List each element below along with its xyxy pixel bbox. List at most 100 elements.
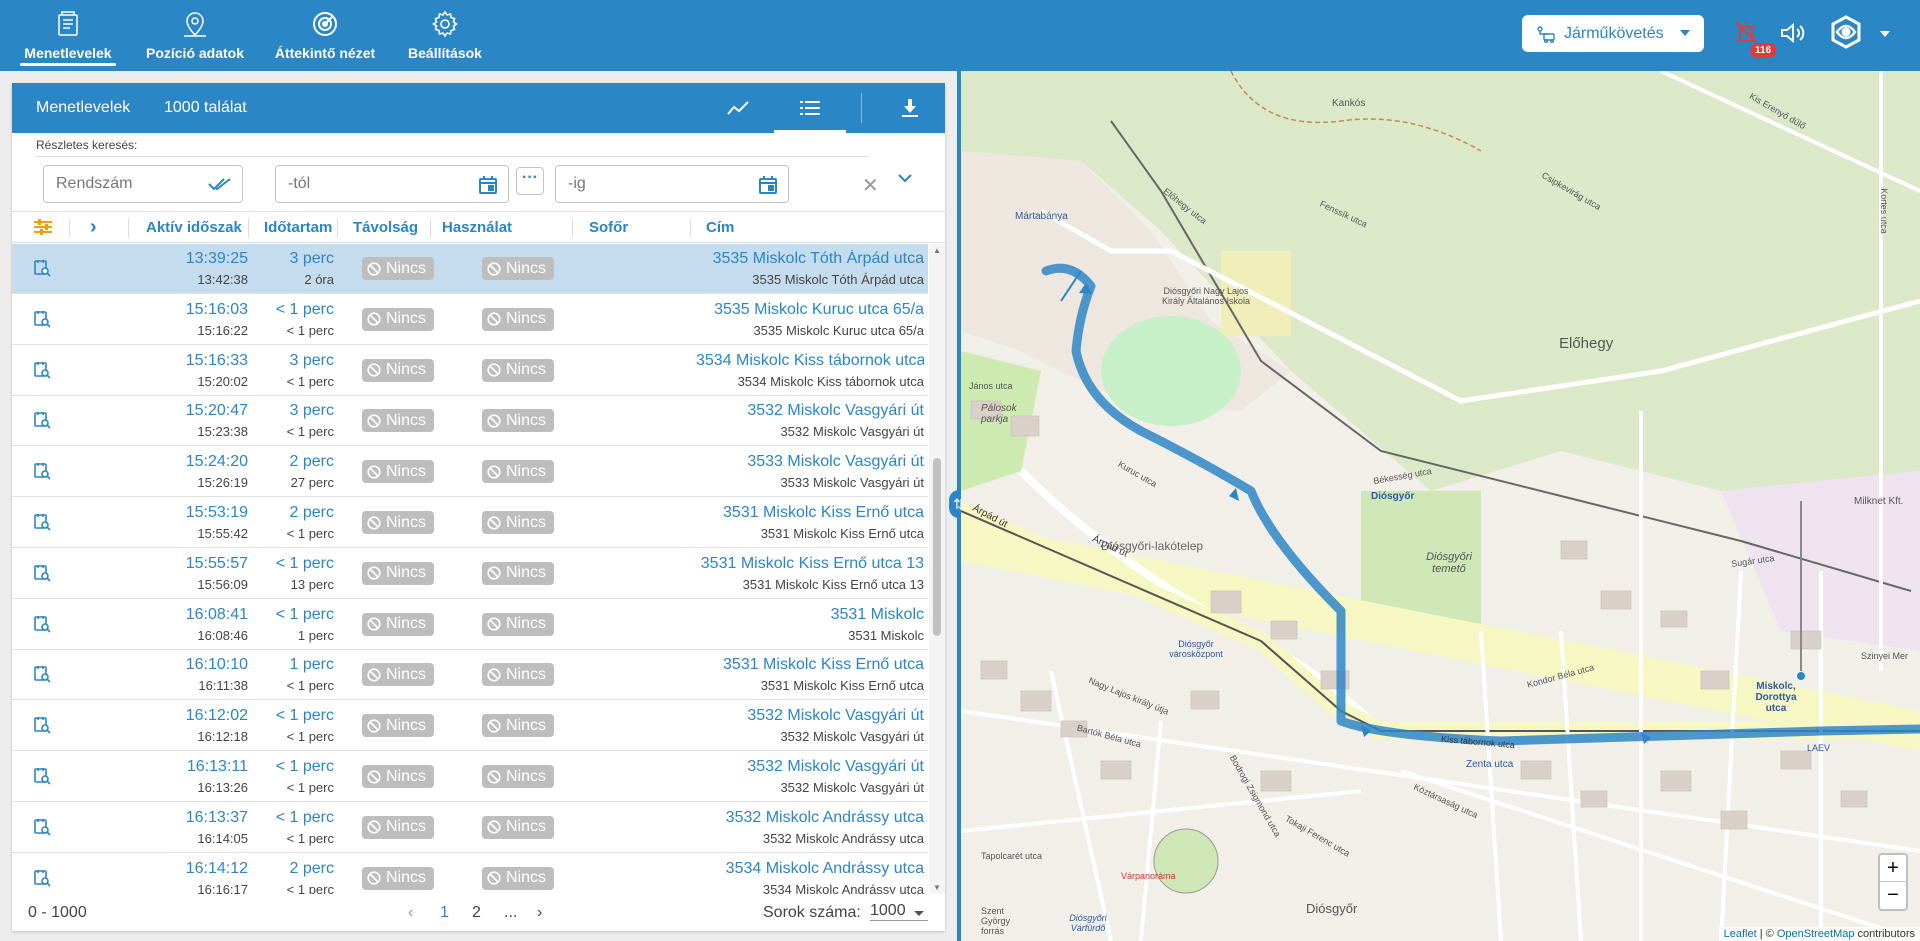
scroll-down-arrow[interactable]: ▼ (933, 883, 941, 892)
row-details-button[interactable] (33, 310, 51, 333)
start-address[interactable]: 3531 Miskolc (831, 606, 924, 624)
table-row[interactable]: 16:08:4116:08:46< 1 perc1 perc0,0 kmNinc… (12, 600, 928, 650)
col-driver[interactable]: Sofőr (589, 219, 628, 236)
nav-menetlevelek[interactable]: Menetlevelek (20, 0, 116, 71)
table-row[interactable]: 15:53:1915:55:422 perc< 1 perc1,4 kmNinc… (12, 498, 928, 548)
zoom-out-button[interactable]: − (1880, 882, 1906, 909)
logbook-search-icon[interactable] (33, 259, 51, 277)
col-duration[interactable]: Időtartam (264, 219, 332, 236)
logbook-search-icon[interactable] (33, 716, 51, 734)
calendar-icon[interactable] (758, 175, 778, 195)
col-active-period[interactable]: Aktív időszak (146, 219, 242, 236)
prev-page-button[interactable]: ‹ (408, 904, 413, 922)
row-details-button[interactable] (33, 818, 51, 841)
trip-duration: < 1 perc (275, 300, 334, 318)
table-row[interactable]: 16:13:3716:14:05< 1 perc< 1 perc0,1 kmNi… (12, 803, 928, 853)
start-address[interactable]: 3533 Miskolc Vasgyári út (747, 453, 924, 471)
start-address[interactable]: 3532 Miskolc Andrássy utca (726, 809, 924, 827)
scrollbar-thumb[interactable] (933, 458, 941, 636)
row-details-button[interactable] (33, 259, 51, 282)
scroll-up-arrow[interactable]: ▲ (933, 246, 941, 255)
start-address[interactable]: 3534 Miskolc Andrássy utca (726, 860, 924, 878)
table-row[interactable]: 16:12:0216:12:18< 1 perc< 1 perc0,1 kmNi… (12, 701, 928, 752)
chart-view-button[interactable] (702, 83, 774, 133)
start-address[interactable]: 3534 Miskolc Kiss tábornok utca (696, 352, 924, 370)
row-details-button[interactable] (33, 716, 51, 739)
account-chevron-down-icon[interactable] (1880, 31, 1890, 37)
logbook-search-icon[interactable] (33, 665, 51, 683)
more-options-button[interactable]: ··· (516, 167, 544, 195)
download-button[interactable] (874, 83, 946, 133)
table-row[interactable]: 15:20:4715:23:383 perc< 1 perc1,7 kmNinc… (12, 396, 928, 447)
trip-duration: < 1 perc (275, 605, 334, 623)
usage-badge: Nincs (362, 257, 434, 280)
chevron-down-icon[interactable] (898, 173, 912, 183)
row-details-button[interactable] (33, 462, 51, 485)
logbook-search-icon[interactable] (33, 818, 51, 836)
logbook-search-icon[interactable] (33, 564, 51, 582)
start-address[interactable]: 3535 Miskolc Tóth Árpád utca (713, 250, 924, 268)
logbook-search-icon[interactable] (33, 513, 51, 531)
row-details-button[interactable] (33, 513, 51, 536)
leaflet-link[interactable]: Leaflet (1724, 928, 1757, 940)
logbook-search-icon[interactable] (33, 767, 51, 785)
clear-filters-icon[interactable]: ✕ (862, 173, 879, 198)
start-address[interactable]: 3531 Miskolc Kiss Ernő utca (723, 656, 924, 674)
logbook-search-icon[interactable] (33, 462, 51, 480)
start-address[interactable]: 3531 Miskolc Kiss Ernő utca 13 (701, 555, 924, 573)
col-usage[interactable]: Használat (442, 219, 512, 236)
table-row[interactable]: 16:14:1216:16:172 perc< 1 perc1,1 kmNinc… (12, 854, 928, 894)
table-scrollbar[interactable]: ▲ ▼ (929, 244, 945, 894)
logbook-search-icon[interactable] (33, 361, 51, 379)
block-icon (367, 261, 381, 276)
row-details-button[interactable] (33, 615, 51, 638)
row-details-button[interactable] (33, 767, 51, 790)
start-address[interactable]: 3532 Miskolc Vasgyári út (747, 707, 924, 725)
start-address[interactable]: 3531 Miskolc Kiss Ernő utca (723, 504, 924, 522)
logbook-search-icon[interactable] (33, 869, 51, 887)
table-row[interactable]: 15:16:0315:16:22< 1 perc< 1 perc0,2 kmNi… (12, 295, 928, 345)
row-details-button[interactable] (33, 869, 51, 892)
calendar-icon[interactable] (478, 175, 498, 195)
logbook-search-icon[interactable] (33, 411, 51, 429)
table-row[interactable]: 16:13:1116:13:26< 1 perc< 1 perc0,1 kmNi… (12, 752, 928, 802)
osm-link[interactable]: OpenStreetMap (1777, 928, 1855, 940)
plate-number-field[interactable]: Rendszám (43, 165, 243, 203)
logbook-search-icon[interactable] (33, 615, 51, 633)
logbook-search-icon[interactable] (33, 310, 51, 328)
start-address[interactable]: 3532 Miskolc Vasgyári út (747, 758, 924, 776)
next-page-button[interactable]: › (537, 904, 542, 922)
date-from-field[interactable]: -tól (275, 165, 509, 203)
list-view-button[interactable] (774, 83, 846, 133)
vehicle-tracking-select[interactable]: Járműkövetés (1522, 15, 1704, 52)
nav-attekinto-nezet[interactable]: Áttekintő nézet (274, 0, 376, 71)
start-address[interactable]: 3535 Miskolc Kuruc utca 65/a (714, 301, 924, 319)
row-details-button[interactable] (33, 361, 51, 384)
column-settings-icon[interactable] (34, 219, 52, 235)
usage-badge: Nincs (362, 358, 434, 382)
col-address[interactable]: Cím (706, 219, 734, 236)
row-details-button[interactable] (33, 564, 51, 587)
zoom-in-button[interactable]: + (1880, 855, 1906, 882)
table-row[interactable]: 15:24:2015:26:192 perc27 perc1,1 kmNincs… (12, 447, 928, 498)
table-row[interactable]: 16:10:1016:11:381 perc< 1 perc1,0 kmNinc… (12, 650, 928, 701)
col-distance[interactable]: Távolság (353, 219, 418, 236)
nav-pozicio-adatok[interactable]: Pozíció adatok (145, 0, 245, 71)
driver-badge: Nincs (482, 257, 554, 280)
expand-all-button[interactable]: › (90, 216, 97, 239)
page-2[interactable]: 2 (472, 904, 481, 922)
nav-beallitasok[interactable]: Beállítások (407, 0, 483, 71)
account-menu-button[interactable] (1828, 14, 1864, 55)
row-details-button[interactable] (33, 665, 51, 688)
row-details-button[interactable] (33, 411, 51, 434)
table-row[interactable]: 13:39:2513:42:383 perc2 óra1,8 kmNincsNi… (12, 244, 928, 294)
date-to-field[interactable]: -ig (555, 165, 789, 203)
rows-per-page-select[interactable]: 1000 (870, 902, 928, 921)
map-view[interactable]: Kankós Mártabánya Előhegy Előhegy utca F… (961, 71, 1920, 941)
table-row[interactable]: 15:16:3315:20:023 perc< 1 perc2,1 kmNinc… (12, 346, 928, 396)
page-1[interactable]: 1 (440, 904, 449, 922)
start-address[interactable]: 3532 Miskolc Vasgyári út (747, 402, 924, 420)
table-row[interactable]: 15:55:5715:56:09< 1 perc13 perc0,1 kmNin… (12, 549, 928, 599)
page-ellipsis[interactable]: ... (504, 904, 517, 922)
sound-button[interactable] (1779, 21, 1805, 50)
